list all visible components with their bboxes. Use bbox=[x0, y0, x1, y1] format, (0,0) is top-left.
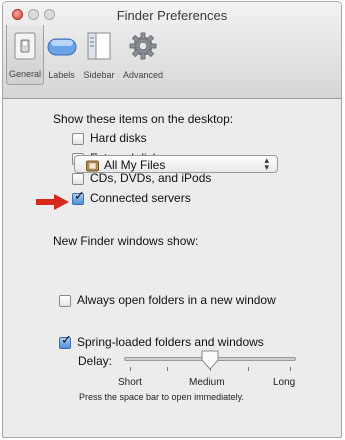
popup-arrows-icon: ▴ ▾ bbox=[264, 155, 269, 172]
always-open-checkbox[interactable] bbox=[59, 295, 71, 307]
finder-preferences-window: Finder Preferences General Labels Sideba… bbox=[2, 1, 342, 438]
slider-tick bbox=[130, 367, 131, 371]
hard-disks-label: Hard disks bbox=[90, 131, 147, 145]
tab-label: Sidebar bbox=[83, 70, 115, 80]
delay-label: Delay: bbox=[78, 354, 113, 368]
spring-loaded-checkbox[interactable]: ✓ bbox=[59, 333, 72, 349]
tab-label: Advanced bbox=[122, 70, 164, 80]
hard-disks-checkbox[interactable] bbox=[72, 133, 84, 145]
connected-servers-label: Connected servers bbox=[90, 191, 191, 205]
red-arrow-annotation bbox=[36, 194, 70, 215]
preferences-toolbar: General Labels Sidebar Advanced bbox=[6, 25, 167, 85]
spring-loaded-label: Spring-loaded folders and windows bbox=[77, 335, 264, 349]
cds-dvds-ipods-label: CDs, DVDs, and iPods bbox=[90, 171, 212, 185]
all-my-files-icon bbox=[86, 159, 99, 177]
tab-label: Labels bbox=[48, 70, 75, 80]
slider-label-long: Long bbox=[273, 377, 296, 388]
space-bar-hint: Press the space bar to open immediately. bbox=[79, 392, 244, 402]
tab-advanced[interactable]: Advanced bbox=[119, 25, 167, 85]
slider-tick bbox=[248, 367, 249, 371]
tab-label: General bbox=[8, 69, 42, 79]
checkmark-icon: ✓ bbox=[61, 333, 72, 348]
new-window-popup[interactable]: All My Files ▴ ▾ bbox=[74, 155, 278, 173]
popup-selected-value: All My Files bbox=[104, 158, 166, 172]
slider-label-medium: Medium bbox=[189, 377, 225, 388]
always-open-label: Always open folders in a new window bbox=[77, 293, 276, 307]
sidebar-icon bbox=[87, 32, 111, 65]
labels-icon bbox=[47, 37, 77, 62]
desktop-items-heading: Show these items on the desktop: bbox=[53, 112, 234, 126]
slider-label-short: Short bbox=[118, 377, 142, 388]
tab-sidebar[interactable]: Sidebar bbox=[79, 25, 119, 85]
slider-tick bbox=[290, 367, 291, 371]
gear-icon bbox=[129, 32, 157, 65]
cds-dvds-ipods-checkbox[interactable] bbox=[72, 173, 84, 185]
new-window-label: New Finder windows show: bbox=[53, 234, 199, 248]
title-bar: Finder Preferences General Labels Sideba… bbox=[3, 2, 341, 99]
connected-servers-checkbox[interactable]: ✓ bbox=[72, 189, 85, 205]
checkmark-icon: ✓ bbox=[74, 189, 85, 204]
tab-general[interactable]: General bbox=[6, 25, 44, 85]
slider-tick bbox=[167, 367, 168, 371]
slider-knob[interactable] bbox=[201, 350, 219, 375]
window-title: Finder Preferences bbox=[116, 8, 228, 23]
tab-labels[interactable]: Labels bbox=[44, 25, 79, 85]
light-switch-icon bbox=[14, 32, 36, 65]
